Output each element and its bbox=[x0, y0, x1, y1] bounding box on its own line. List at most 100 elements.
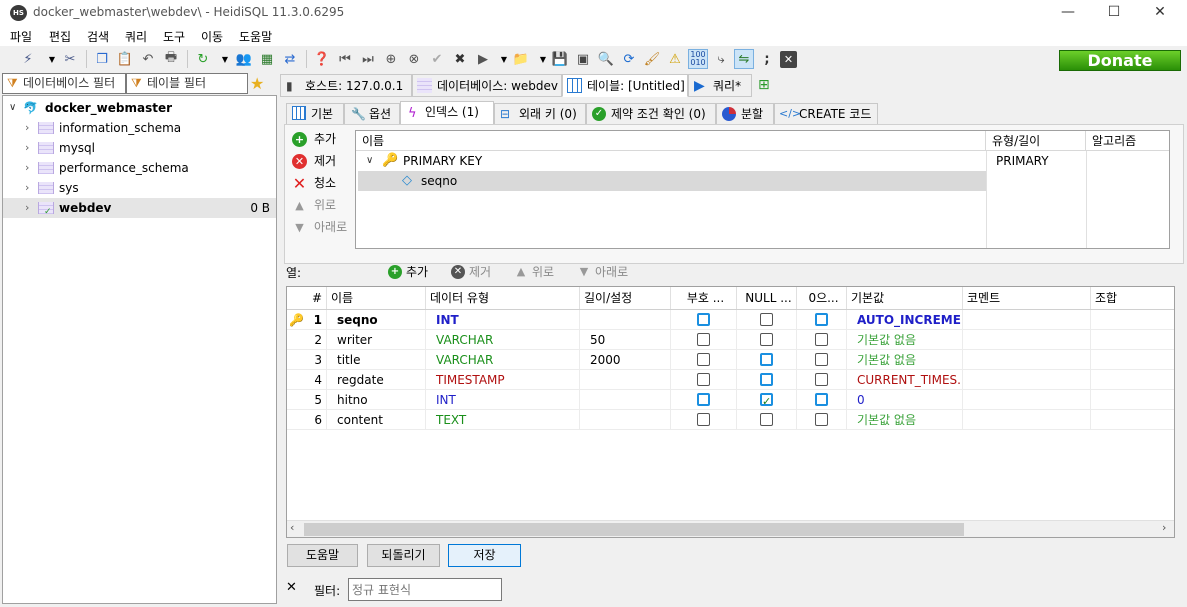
checkbox-cell-unsigned[interactable] bbox=[671, 370, 737, 390]
tree-item-mysql[interactable]: › mysql bbox=[3, 138, 276, 158]
index-column-row[interactable]: ◇ seqno bbox=[358, 171, 986, 191]
menu-tools[interactable]: 도구 bbox=[163, 28, 185, 45]
minimize-button[interactable]: — bbox=[1045, 0, 1091, 26]
column-header-number[interactable]: # bbox=[287, 287, 327, 309]
tab-basic[interactable]: 기본 bbox=[286, 103, 344, 125]
name-cell[interactable]: seqno bbox=[327, 310, 426, 330]
checkbox-cell-zerofill[interactable] bbox=[797, 330, 847, 350]
delete-record-icon[interactable]: ⊗ bbox=[404, 49, 424, 69]
unsigned-checkbox[interactable] bbox=[697, 353, 710, 366]
heidisql-app-icon[interactable]: HS bbox=[10, 5, 27, 21]
column-header-unsigned[interactable]: 부호 ... bbox=[671, 287, 737, 309]
type-cell[interactable]: VARCHAR bbox=[426, 330, 580, 350]
table-row[interactable]: 🔑 1 seqno INT AUTO_INCREME... bbox=[287, 310, 1174, 330]
checkbox-cell-zerofill[interactable] bbox=[797, 310, 847, 330]
transfer-icon[interactable]: ⇄ bbox=[280, 49, 300, 69]
binary-icon[interactable]: 100 010 bbox=[688, 49, 708, 69]
default-cell[interactable]: AUTO_INCREME... bbox=[847, 310, 963, 330]
unsigned-checkbox[interactable] bbox=[697, 413, 710, 426]
move-down-index-button[interactable]: ▼ 아래로 bbox=[292, 217, 347, 237]
menu-help[interactable]: 도움말 bbox=[239, 28, 272, 45]
name-cell[interactable]: content bbox=[327, 410, 426, 430]
zerofill-checkbox[interactable] bbox=[815, 393, 828, 406]
copy-icon[interactable]: ❐ bbox=[92, 49, 112, 69]
checkbox-cell-zerofill[interactable] bbox=[797, 370, 847, 390]
tree-root-server[interactable]: ∨ 🐬 docker_webmaster bbox=[3, 98, 276, 118]
chevron-right-icon[interactable]: › bbox=[25, 198, 29, 218]
paste-icon[interactable]: 📋 bbox=[115, 49, 135, 69]
zerofill-checkbox[interactable] bbox=[815, 353, 828, 366]
length-cell[interactable] bbox=[580, 390, 671, 410]
help-button[interactable]: 도움말 bbox=[287, 544, 358, 567]
name-cell[interactable]: writer bbox=[327, 330, 426, 350]
session-manager-icon[interactable]: ⚡ bbox=[18, 49, 38, 69]
warning-icon[interactable]: ⚠ bbox=[665, 49, 685, 69]
checkbox-cell-zerofill[interactable] bbox=[797, 390, 847, 410]
add-index-button[interactable]: + 추가 bbox=[292, 129, 336, 149]
unsigned-checkbox[interactable] bbox=[697, 373, 710, 386]
comment-cell[interactable] bbox=[963, 370, 1091, 390]
length-cell[interactable] bbox=[580, 410, 671, 430]
collation-cell[interactable] bbox=[1091, 350, 1174, 370]
column-header-zerofill[interactable]: 0으... bbox=[797, 287, 847, 309]
find-icon[interactable]: 🔍 bbox=[596, 49, 616, 69]
chevron-right-icon[interactable]: › bbox=[25, 118, 29, 138]
menu-go[interactable]: 이동 bbox=[201, 28, 223, 45]
regex-filter-input[interactable] bbox=[348, 578, 502, 601]
dropdown-arrow-icon[interactable]: ▼ bbox=[215, 49, 235, 69]
tab-host[interactable]: ▮ 호스트: 127.0.0.1 bbox=[280, 74, 412, 97]
tab-create-code[interactable]: </> CREATE 코드 bbox=[774, 103, 878, 125]
close-filter-icon[interactable]: ✕ bbox=[286, 580, 297, 595]
zerofill-checkbox[interactable] bbox=[815, 313, 828, 326]
donate-button[interactable]: Donate bbox=[1059, 50, 1181, 71]
remove-column-button[interactable]: ✕ 제거 bbox=[451, 264, 491, 280]
chevron-right-icon[interactable]: › bbox=[25, 138, 29, 158]
null-checkbox[interactable] bbox=[760, 392, 773, 409]
save-button[interactable]: 저장 bbox=[448, 544, 521, 567]
row-number-cell[interactable]: 4 bbox=[287, 370, 327, 390]
add-record-icon[interactable]: ⊕ bbox=[381, 49, 401, 69]
column-header-default[interactable]: 기본값 bbox=[847, 287, 963, 309]
column-header-length[interactable]: 길이/설정 bbox=[580, 287, 671, 309]
menu-file[interactable]: 파일 bbox=[10, 28, 32, 45]
row-number-cell[interactable]: 🔑 1 bbox=[287, 310, 327, 330]
cancel-record-icon[interactable]: ✖ bbox=[450, 49, 470, 69]
column-header-type[interactable]: 유형/길이 bbox=[986, 131, 1086, 151]
checkbox-cell-zerofill[interactable] bbox=[797, 350, 847, 370]
move-up-index-button[interactable]: ▲ 위로 bbox=[292, 195, 336, 215]
remove-index-button[interactable]: ✕ 제거 bbox=[292, 151, 336, 171]
name-cell[interactable]: regdate bbox=[327, 370, 426, 390]
help-icon[interactable]: ❓ bbox=[312, 49, 332, 69]
null-checkbox[interactable] bbox=[760, 413, 773, 426]
length-cell[interactable] bbox=[580, 370, 671, 390]
clean-icon[interactable]: 🖌 bbox=[642, 49, 662, 69]
last-record-icon[interactable]: ⏭ bbox=[358, 49, 378, 69]
collation-cell[interactable] bbox=[1091, 370, 1174, 390]
tab-database[interactable]: 데이터베이스: webdev bbox=[412, 74, 562, 97]
tab-partitions[interactable]: 분할 bbox=[716, 103, 774, 125]
favorites-star-icon[interactable]: ★ bbox=[250, 74, 264, 93]
menu-query[interactable]: 쿼리 bbox=[125, 28, 147, 45]
row-number-cell[interactable]: 3 bbox=[287, 350, 327, 370]
default-cell[interactable]: CURRENT_TIMES... bbox=[847, 370, 963, 390]
checkbox-cell-unsigned[interactable] bbox=[671, 410, 737, 430]
chevron-down-icon[interactable]: ∨ bbox=[9, 98, 16, 118]
checkbox-cell-zerofill[interactable] bbox=[797, 410, 847, 430]
zerofill-checkbox[interactable] bbox=[815, 373, 828, 386]
row-number-cell[interactable]: 5 bbox=[287, 390, 327, 410]
collation-cell[interactable] bbox=[1091, 330, 1174, 350]
column-header-name[interactable]: 이름 bbox=[356, 131, 986, 151]
length-cell[interactable]: 50 bbox=[580, 330, 671, 350]
undo-icon[interactable]: ↶ bbox=[138, 49, 158, 69]
table-row[interactable]: 6 content TEXT 기본값 없음 bbox=[287, 410, 1174, 430]
type-cell[interactable]: TEXT bbox=[426, 410, 580, 430]
save-snippet-icon[interactable]: ▣ bbox=[573, 49, 593, 69]
default-cell[interactable]: 기본값 없음 bbox=[847, 410, 963, 430]
comment-cell[interactable] bbox=[963, 390, 1091, 410]
post-record-icon[interactable]: ✔ bbox=[427, 49, 447, 69]
tab-indexes[interactable]: ϟ 인덱스 (1) bbox=[400, 101, 494, 125]
first-record-icon[interactable]: ⏮ bbox=[335, 49, 355, 69]
collation-cell[interactable] bbox=[1091, 390, 1174, 410]
maximize-button[interactable]: ☐ bbox=[1091, 0, 1137, 26]
add-column-button[interactable]: + 추가 bbox=[388, 264, 428, 280]
